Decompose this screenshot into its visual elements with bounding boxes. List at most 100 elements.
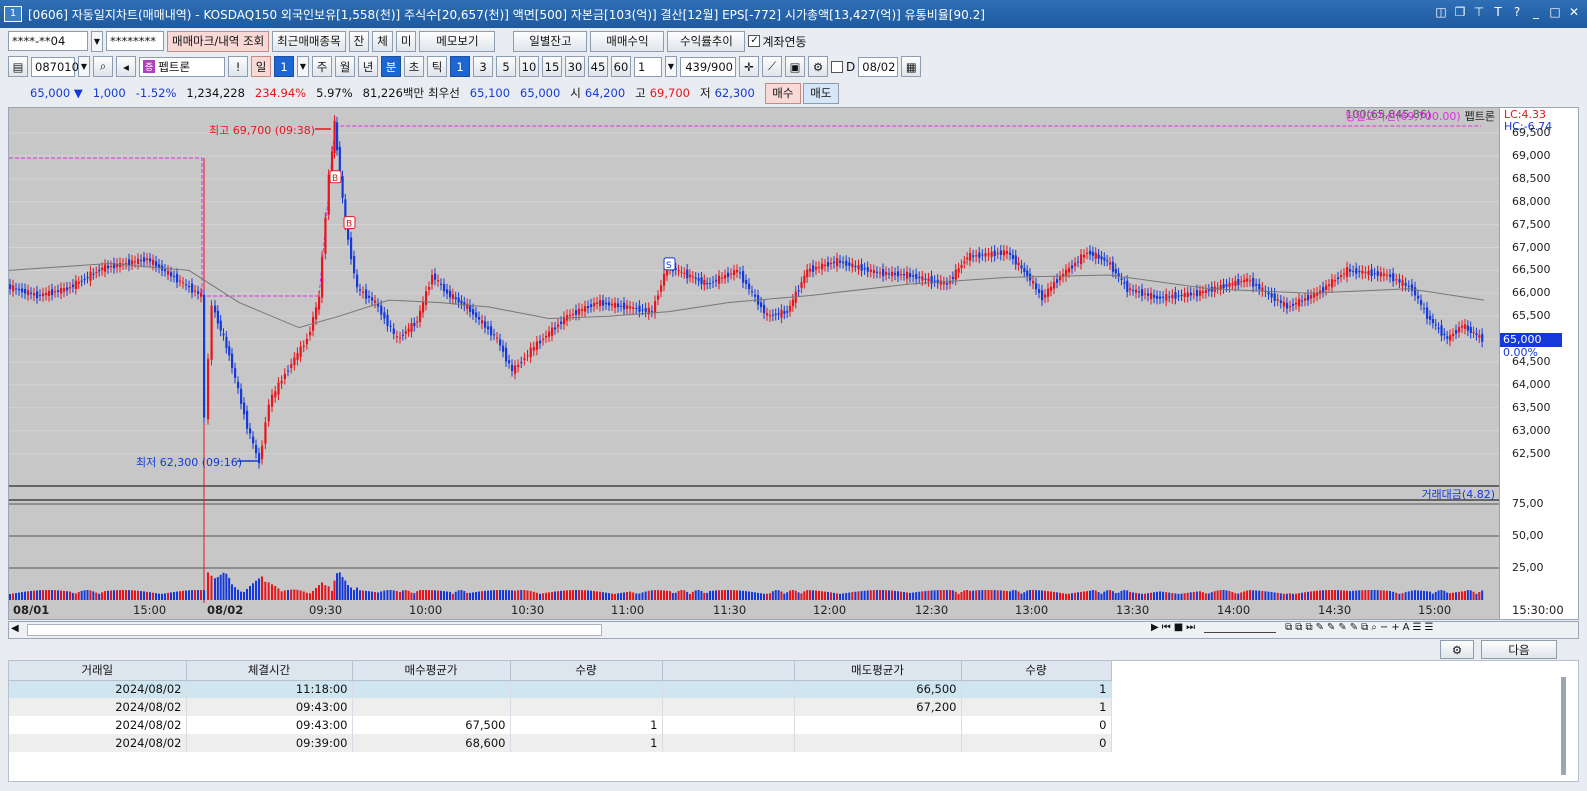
memo-button[interactable]: 메모보기	[419, 30, 496, 52]
tool-icon[interactable]: ⧉	[1305, 622, 1312, 633]
filled-button[interactable]: 체	[372, 30, 393, 52]
recent-trades-button[interactable]: 최근매매종목	[272, 30, 346, 52]
balance-button[interactable]: 잔	[348, 30, 370, 52]
trade-profit-button[interactable]: 매매수익	[590, 30, 665, 52]
alert-icon[interactable]: !	[228, 56, 248, 77]
col-buy-qty[interactable]: 수량	[510, 661, 663, 681]
chevron-down-icon[interactable]: ▼	[665, 56, 677, 77]
play-icon[interactable]: ▶	[1151, 622, 1159, 633]
tool-icon[interactable]: ✎	[1350, 622, 1358, 633]
list-icon[interactable]: ☰	[1413, 622, 1422, 633]
speaker-icon[interactable]: ◂	[116, 56, 136, 77]
col-sell-qty[interactable]: 수량	[961, 661, 1112, 681]
next-button[interactable]: 다음	[1481, 640, 1557, 659]
help-icon[interactable]: ?	[1510, 4, 1524, 20]
period-day-button[interactable]: 일	[251, 56, 271, 77]
chevron-down-icon[interactable]: ▼	[91, 30, 103, 52]
gear-icon[interactable]: ⚙	[1440, 640, 1474, 659]
stock-name-field[interactable]: 증 펩트론	[139, 56, 225, 77]
password-field[interactable]: ********	[106, 31, 164, 51]
volume-bar	[137, 590, 139, 600]
interval-10[interactable]: 10	[519, 56, 539, 77]
col-exec-time[interactable]: 체결시간	[186, 661, 353, 681]
zoom-out-icon[interactable]: −	[1380, 622, 1388, 633]
interval-60[interactable]: 60	[611, 56, 631, 77]
candle	[809, 268, 812, 272]
volume-bar	[718, 590, 720, 600]
date-checkbox[interactable]	[831, 60, 843, 73]
table-row[interactable]: 2024/08/02 09:39:00 68,600 1 0	[9, 734, 1112, 752]
profit-rate-button[interactable]: 수익률추이	[667, 30, 746, 52]
interval-30[interactable]: 30	[565, 56, 585, 77]
zoom-in-icon[interactable]: +	[1391, 622, 1399, 633]
chevron-down-icon[interactable]: ▼	[297, 56, 309, 77]
interval-45[interactable]: 45	[588, 56, 608, 77]
interval-1[interactable]: 1	[450, 56, 470, 77]
zoom-slider[interactable]	[1204, 622, 1277, 633]
col-trade-date[interactable]: 거래일	[9, 661, 187, 681]
maximize-icon[interactable]: □	[1548, 4, 1562, 20]
list-icon[interactable]: ☰	[1424, 622, 1433, 633]
sell-button[interactable]: 매도	[802, 82, 839, 104]
stock-menu-icon[interactable]: ▤	[8, 56, 28, 77]
grid-scrollbar[interactable]	[1561, 677, 1566, 775]
rewind-icon[interactable]: ⏮	[1162, 622, 1171, 633]
period-second-button[interactable]: 초	[404, 56, 424, 77]
calendar-icon[interactable]: ▦	[901, 56, 922, 77]
tool-icon[interactable]: ⧉	[1285, 622, 1292, 633]
account-select[interactable]: ****-**04	[8, 31, 88, 51]
interval-input[interactable]: 1	[634, 56, 662, 77]
save-icon[interactable]: ▣	[785, 56, 805, 77]
search-icon[interactable]: ⌕	[93, 56, 113, 77]
font-icon[interactable]: T	[1491, 4, 1505, 20]
font-icon[interactable]: A	[1403, 622, 1410, 633]
close-icon[interactable]: ✕	[1567, 4, 1581, 20]
period-month-button[interactable]: 월	[335, 56, 355, 77]
col-sell-avg[interactable]: 매도평균가	[794, 661, 962, 681]
trade-mark-button[interactable]: 매매마크/내역 조회	[167, 30, 270, 52]
col-buy-avg[interactable]: 매수평균가	[352, 661, 511, 681]
volume-bar	[240, 591, 242, 600]
buy-button[interactable]: 매수	[764, 82, 801, 104]
date-input[interactable]: 08/02	[858, 56, 899, 77]
stock-code-input[interactable]: 087010	[31, 56, 79, 77]
layout-icon[interactable]: ◫	[1434, 4, 1448, 20]
crosshair-icon[interactable]: ✛	[739, 56, 759, 77]
chevron-down-icon[interactable]: ▼	[78, 56, 90, 77]
scroll-left-icon[interactable]: ◀	[11, 623, 19, 634]
minimize-icon[interactable]: _	[1529, 4, 1543, 20]
daily-balance-button[interactable]: 일별잔고	[513, 30, 588, 52]
trend-icon[interactable]: ⟋	[762, 56, 782, 77]
search-icon[interactable]: ⌕	[1371, 622, 1377, 633]
tool-icon[interactable]: ⧉	[1295, 622, 1302, 633]
tool-icon[interactable]: ⧉	[1361, 622, 1368, 633]
period-week-button[interactable]: 주	[312, 56, 332, 77]
scroll-thumb[interactable]	[27, 624, 602, 636]
gear-icon[interactable]: ⚙	[808, 56, 828, 77]
candle	[978, 252, 981, 258]
tool-icon[interactable]: ✎	[1338, 622, 1346, 633]
period-number[interactable]: 1	[274, 56, 294, 77]
table-row[interactable]: 2024/08/02 11:18:00 66,500 1	[9, 680, 1112, 698]
plot-area[interactable]: BBS 100(65,845.86) 100(65,845.86)당일고가선(6…	[8, 108, 1499, 619]
account-link-checkbox[interactable]: ✓ 계좌연동	[748, 33, 807, 50]
tool-icon[interactable]: ✎	[1327, 622, 1335, 633]
period-year-button[interactable]: 년	[358, 56, 378, 77]
stop-icon[interactable]: ■	[1174, 622, 1183, 633]
copy-icon[interactable]: ❐	[1453, 4, 1467, 20]
unfilled-button[interactable]: 미	[395, 30, 417, 52]
pin-icon[interactable]: ⊤	[1472, 4, 1486, 20]
period-minute-button[interactable]: 분	[381, 56, 401, 77]
period-tick-button[interactable]: 틱	[427, 56, 447, 77]
interval-3[interactable]: 3	[473, 56, 493, 77]
interval-15[interactable]: 15	[542, 56, 562, 77]
forward-icon[interactable]: ⏭	[1186, 622, 1195, 633]
interval-5[interactable]: 5	[496, 56, 516, 77]
table-row[interactable]: 2024/08/02 09:43:00 67,200 1	[9, 698, 1112, 716]
chart-scroll-bar[interactable]: ◀ ▶ ⏮ ■ ⏭ ⧉ ⧉ ⧉ ✎ ✎ ✎ ✎ ⧉ ⌕ − + A ☰ ☰	[8, 621, 1579, 639]
table-row[interactable]: 2024/08/02 09:43:00 67,500 1 0	[9, 716, 1112, 734]
checkbox-icon[interactable]: ✓	[748, 35, 761, 47]
count-field[interactable]: 439/900	[680, 56, 736, 77]
tool-icon[interactable]: ✎	[1316, 622, 1324, 633]
price-chart[interactable]: BBS 100(65,845.86) 100(65,845.86)당일고가선(6…	[8, 107, 1579, 620]
